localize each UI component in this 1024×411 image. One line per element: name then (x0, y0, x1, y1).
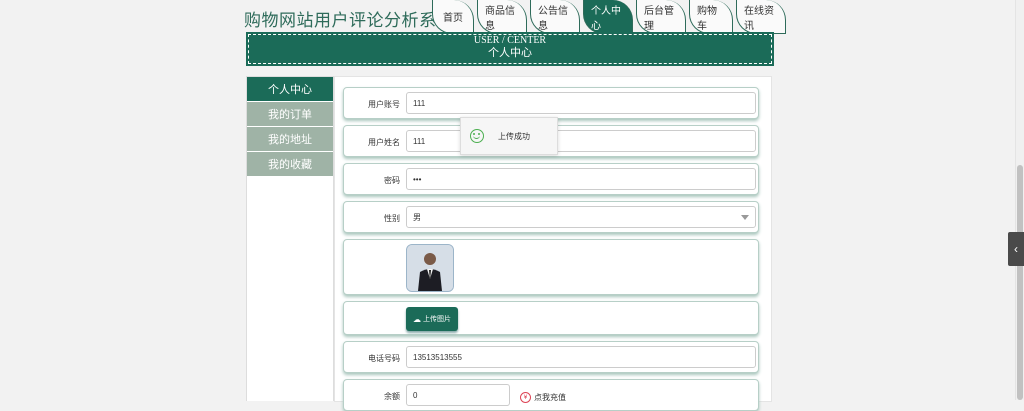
form-row-upload: ☁ 上传图片 (343, 301, 759, 335)
collapse-panel-handle[interactable]: ‹ (1008, 232, 1024, 266)
sidebar-item-addresses[interactable]: 我的地址 (247, 127, 333, 152)
page-scrollbar[interactable] (1015, 0, 1024, 400)
form-row-gender: 性别 男 (343, 201, 759, 233)
recharge-label: 点我充值 (534, 393, 566, 402)
form-row-phone: 电话号码 13513513555 (343, 341, 759, 373)
balance-label: 余额 (384, 392, 400, 401)
nav-home[interactable]: 首页 (432, 0, 474, 34)
recharge-link[interactable]: ¥ 点我充值 (520, 392, 566, 403)
sidebar-item-orders[interactable]: 我的订单 (247, 102, 333, 127)
main-nav: 首页 商品信息 公告信息 个人中心 后台管理 购物车 在线资讯 (432, 0, 789, 34)
nav-cart[interactable]: 购物车 (689, 0, 733, 34)
smile-icon (470, 129, 484, 143)
password-input[interactable]: ••• (406, 168, 756, 190)
chevron-left-icon: ‹ (1014, 242, 1018, 256)
toast-message: 上传成功 (460, 117, 558, 155)
cloud-upload-icon: ☁ (413, 314, 421, 324)
banner-title: 个人中心 (488, 46, 532, 59)
gender-select[interactable]: 男 (406, 206, 756, 228)
page-banner: USER / CENTER 个人中心 (248, 34, 772, 64)
sidebar: 个人中心 我的订单 我的地址 我的收藏 (246, 76, 334, 401)
yen-icon: ¥ (520, 392, 531, 403)
gender-label: 性别 (384, 214, 400, 223)
page: 购物网站用户评论分析系统 首页 商品信息 公告信息 个人中心 后台管理 购物车 … (0, 0, 1016, 411)
form-row-avatar (343, 239, 759, 295)
sidebar-item-user-center[interactable]: 个人中心 (247, 77, 333, 102)
upload-image-button[interactable]: ☁ 上传图片 (406, 307, 458, 331)
avatar-image (406, 244, 454, 292)
account-label: 用户账号 (368, 100, 400, 109)
banner-subtitle: USER / CENTER (473, 35, 547, 46)
form-row-balance: 余额 0 ¥ 点我充值 (343, 379, 759, 411)
chevron-down-icon (741, 215, 749, 220)
nav-announcements[interactable]: 公告信息 (530, 0, 580, 34)
nav-user-center[interactable]: 个人中心 (583, 0, 633, 34)
name-input[interactable]: 111 (406, 130, 756, 152)
person-photo-icon (407, 245, 453, 291)
phone-label: 电话号码 (368, 354, 400, 363)
gender-value: 男 (413, 212, 421, 222)
nav-news[interactable]: 在线资讯 (736, 0, 786, 34)
form-row-password: 密码 ••• (343, 163, 759, 195)
sidebar-item-favorites[interactable]: 我的收藏 (247, 152, 333, 177)
name-label: 用户姓名 (368, 138, 400, 147)
password-label: 密码 (384, 176, 400, 185)
form-row-account: 用户账号 111 (343, 87, 759, 119)
upload-button-label: 上传图片 (423, 316, 451, 323)
nav-admin[interactable]: 后台管理 (636, 0, 686, 34)
balance-input[interactable]: 0 (406, 384, 510, 406)
site-title: 购物网站用户评论分析系统 (244, 11, 454, 31)
phone-input[interactable]: 13513513555 (406, 346, 756, 368)
account-input[interactable]: 111 (406, 92, 756, 114)
nav-products[interactable]: 商品信息 (477, 0, 527, 34)
toast-text: 上传成功 (498, 131, 530, 141)
scrollbar-thumb[interactable] (1017, 165, 1023, 400)
